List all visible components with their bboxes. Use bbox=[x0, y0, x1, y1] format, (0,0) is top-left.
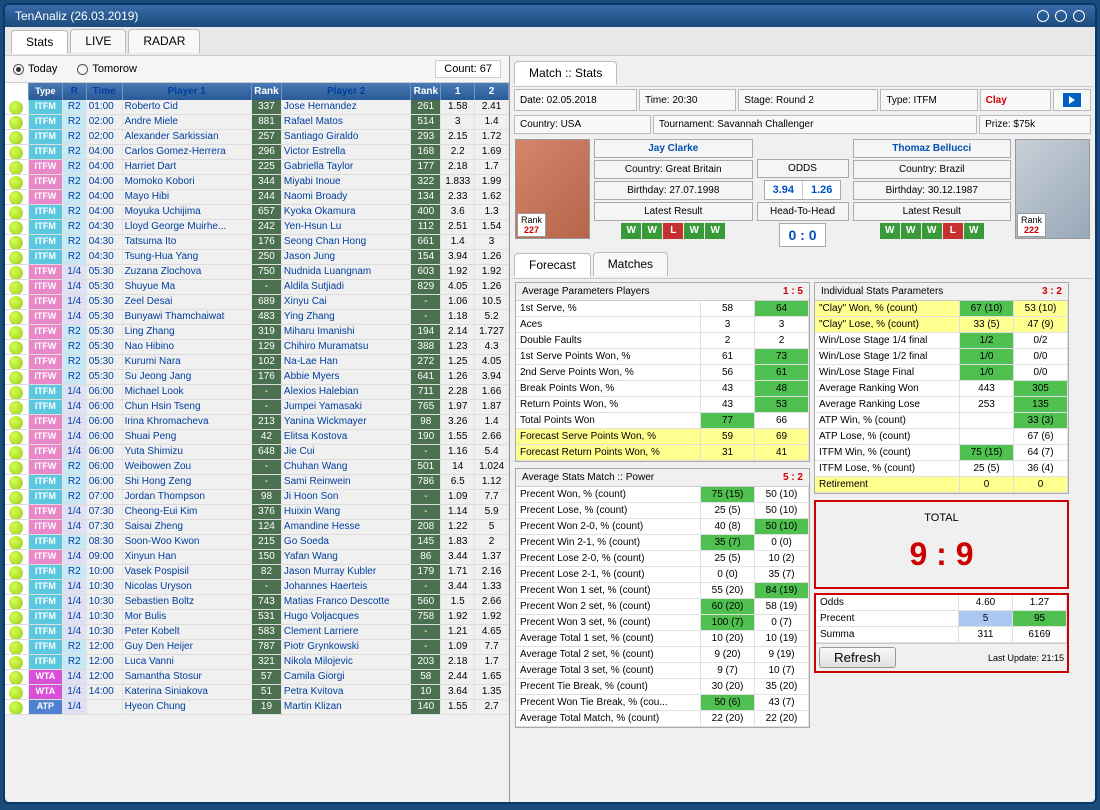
table-row[interactable]: ITFW R2 06:00 Weibowen Zou - Chuhan Wang… bbox=[5, 460, 509, 475]
main-tabs: Stats LIVE RADAR bbox=[5, 27, 1095, 56]
player2-name: Thomaz Bellucci bbox=[853, 139, 1012, 158]
ind-stats-table: Individual Stats Parameters3 : 2 "Clay" … bbox=[814, 282, 1069, 494]
tab-match-stats[interactable]: Match :: Stats bbox=[514, 61, 617, 85]
final-table: Odds4.601.27Precent595Summa3116169 Refre… bbox=[814, 593, 1069, 673]
table-row[interactable]: ITFM R2 04:30 Tatsuma Ito 176 Seong Chan… bbox=[5, 235, 509, 250]
tab-stats[interactable]: Stats bbox=[11, 30, 68, 54]
table-row[interactable]: ATP 1/4 Hyeon Chung 19 Martin Klizan 140… bbox=[5, 700, 509, 715]
table-row[interactable]: ITFM R2 12:00 Guy Den Heijer 787 Piotr G… bbox=[5, 640, 509, 655]
table-row[interactable]: ITFW R2 04:00 Mayo Hibi 244 Naomi Broady… bbox=[5, 190, 509, 205]
play-icon[interactable] bbox=[1063, 93, 1081, 107]
odds-values: 3.941.26 bbox=[764, 180, 842, 200]
titlebar: TenAnaliz (26.03.2019) bbox=[5, 5, 1095, 27]
table-row[interactable]: ITFW 1/4 05:30 Shuyue Ma - Aldila Sutjia… bbox=[5, 280, 509, 295]
window-title: TenAnaliz (26.03.2019) bbox=[15, 9, 138, 23]
table-row[interactable]: ITFW R2 04:00 Momoko Kobori 344 Miyabi I… bbox=[5, 175, 509, 190]
radio-tomorrow[interactable]: Tomorow bbox=[77, 63, 137, 75]
match-count: Count: 67 bbox=[435, 60, 501, 78]
table-row[interactable]: ITFM 1/4 06:00 Chun Hsin Tseng - Jumpei … bbox=[5, 400, 509, 415]
table-row[interactable]: ITFM R2 02:00 Andre Miele 881 Rafael Mat… bbox=[5, 115, 509, 130]
table-row[interactable]: ITFW 1/4 07:30 Cheong-Eui Kim 376 Huixin… bbox=[5, 505, 509, 520]
table-row[interactable]: ITFM R2 08:30 Soon-Woo Kwon 215 Go Soeda… bbox=[5, 535, 509, 550]
table-row[interactable]: ITFM R2 04:00 Carlos Gomez-Herrera 296 V… bbox=[5, 145, 509, 160]
table-row[interactable]: ITFW R2 05:30 Su Jeong Jang 176 Abbie My… bbox=[5, 370, 509, 385]
tab-forecast[interactable]: Forecast bbox=[514, 253, 591, 277]
total-box: TOTAL 9 : 9 bbox=[814, 500, 1069, 589]
close-icon[interactable] bbox=[1073, 10, 1085, 22]
minimize-icon[interactable] bbox=[1037, 10, 1049, 22]
player1-photo: Rank227 bbox=[515, 139, 590, 239]
tab-matches[interactable]: Matches bbox=[593, 252, 668, 276]
table-row[interactable]: ITFM R2 02:00 Alexander Sarkissian 257 S… bbox=[5, 130, 509, 145]
day-selector: Today Tomorow Count: 67 bbox=[5, 56, 509, 83]
table-row[interactable]: ITFW 1/4 05:30 Zeel Desai 689 Xinyu Cai … bbox=[5, 295, 509, 310]
table-row[interactable]: ITFM R2 04:30 Lloyd George Muirhe... 242… bbox=[5, 220, 509, 235]
table-row[interactable]: ITFW R2 05:30 Ling Zhang 319 Miharu Iman… bbox=[5, 325, 509, 340]
table-row[interactable]: WTA 1/4 14:00 Katerina Siniakova 51 Petr… bbox=[5, 685, 509, 700]
table-row[interactable]: ITFM R2 04:30 Tsung-Hua Yang 250 Jason J… bbox=[5, 250, 509, 265]
player1-results: WWLWW bbox=[594, 223, 753, 239]
player2-results: WWWLW bbox=[853, 223, 1012, 239]
table-row[interactable]: ITFW R2 05:30 Kurumi Nara 102 Na-Lae Han… bbox=[5, 355, 509, 370]
table-row[interactable]: ITFM 1/4 10:30 Nicolas Uryson - Johannes… bbox=[5, 580, 509, 595]
tab-radar[interactable]: RADAR bbox=[128, 29, 200, 53]
table-row[interactable]: ITFW R2 05:30 Nao Hibino 129 Chihiro Mur… bbox=[5, 340, 509, 355]
grid-header: Type R Time Player 1 Rank Player 2 Rank … bbox=[5, 83, 509, 100]
table-row[interactable]: WTA 1/4 12:00 Samantha Stosur 57 Camila … bbox=[5, 670, 509, 685]
table-row[interactable]: ITFW 1/4 09:00 Xinyun Han 150 Yafan Wang… bbox=[5, 550, 509, 565]
table-row[interactable]: ITFW 1/4 05:30 Bunyawi Thamchaiwat 483 Y… bbox=[5, 310, 509, 325]
maximize-icon[interactable] bbox=[1055, 10, 1067, 22]
table-row[interactable]: ITFW 1/4 05:30 Zuzana Zlochova 750 Nudni… bbox=[5, 265, 509, 280]
table-row[interactable]: ITFM R2 12:00 Luca Vanni 321 Nikola Milo… bbox=[5, 655, 509, 670]
table-row[interactable]: ITFW 1/4 06:00 Shuai Peng 42 Elitsa Kost… bbox=[5, 430, 509, 445]
table-row[interactable]: ITFM R2 10:00 Vasek Pospisil 82 Jason Mu… bbox=[5, 565, 509, 580]
h2h-score: 0 : 0 bbox=[779, 223, 825, 247]
table-row[interactable]: ITFW 1/4 06:00 Yuta Shimizu 648 Jie Cui … bbox=[5, 445, 509, 460]
table-row[interactable]: ITFW 1/4 06:00 Irina Khromacheva 213 Yan… bbox=[5, 415, 509, 430]
table-row[interactable]: ITFM R2 07:00 Jordan Thompson 98 Ji Hoon… bbox=[5, 490, 509, 505]
table-row[interactable]: ITFM R2 01:00 Roberto Cid 337 Jose Herna… bbox=[5, 100, 509, 115]
player2-photo: Rank222 bbox=[1015, 139, 1090, 239]
table-row[interactable]: ITFM 1/4 06:00 Michael Look - Alexios Ha… bbox=[5, 385, 509, 400]
match-info-1: Date: 02.05.2018 Time: 20:30 Stage: Roun… bbox=[512, 87, 1093, 113]
player1-name: Jay Clarke bbox=[594, 139, 753, 158]
table-row[interactable]: ITFM 1/4 10:30 Mor Bulis 531 Hugo Voljac… bbox=[5, 610, 509, 625]
match-info-2: Country: USA Tournament: Savannah Challe… bbox=[512, 113, 1093, 136]
table-row[interactable]: ITFW 1/4 07:30 Saisai Zheng 124 Amandine… bbox=[5, 520, 509, 535]
avg-stats-table: Average Stats Match :: Power5 : 2 Precen… bbox=[515, 468, 810, 728]
table-row[interactable]: ITFW R2 04:00 Harriet Dart 225 Gabriella… bbox=[5, 160, 509, 175]
radio-today[interactable]: Today bbox=[13, 63, 57, 75]
table-row[interactable]: ITFM 1/4 10:30 Sebastien Boltz 743 Matia… bbox=[5, 595, 509, 610]
match-list[interactable]: ITFM R2 01:00 Roberto Cid 337 Jose Herna… bbox=[5, 100, 509, 804]
refresh-button[interactable]: Refresh bbox=[819, 647, 896, 668]
avg-params-table: Average Parameters Players1 : 5 1st Serv… bbox=[515, 282, 810, 462]
table-row[interactable]: ITFM 1/4 10:30 Peter Kobelt 583 Clement … bbox=[5, 625, 509, 640]
table-row[interactable]: ITFM R2 06:00 Shi Hong Zeng - Sami Reinw… bbox=[5, 475, 509, 490]
table-row[interactable]: ITFM R2 04:00 Moyuka Uchijima 657 Kyoka … bbox=[5, 205, 509, 220]
tab-live[interactable]: LIVE bbox=[70, 29, 126, 53]
